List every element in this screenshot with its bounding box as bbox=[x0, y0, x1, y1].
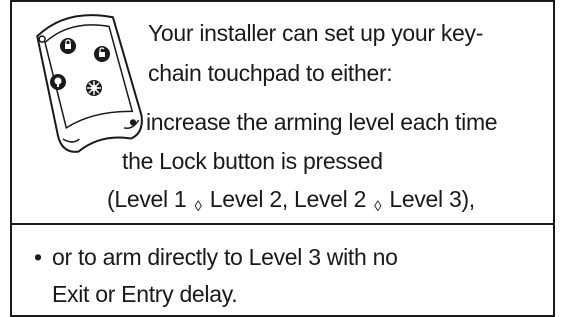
level-close: Level 3), bbox=[389, 186, 475, 212]
option-2-line-1: or to arm directly to Level 3 with no bbox=[52, 244, 398, 270]
option-2-line-2: Exit or Entry delay. bbox=[52, 281, 238, 307]
option-1-line-1: increase the arming level each time bbox=[146, 109, 498, 135]
level-sequence: (Level 1 ◊ Level 2, Level 2 ◊ Level 3), bbox=[107, 186, 475, 215]
level-mid: Level 2, Level 2 bbox=[209, 186, 367, 212]
keychain-touchpad-icon bbox=[36, 14, 143, 153]
intro-line-2: chain touchpad to either: bbox=[148, 60, 393, 86]
bullet-2: • bbox=[34, 244, 42, 270]
arrow-icon: ◊ bbox=[374, 198, 382, 215]
section-divider bbox=[12, 223, 553, 225]
level-open: (Level 1 bbox=[107, 186, 187, 212]
intro-line-1: Your installer can set up your key- bbox=[148, 20, 484, 46]
bullet-1: • bbox=[129, 109, 137, 135]
arrow-icon: ◊ bbox=[194, 198, 202, 215]
option-1-line-2: the Lock button is pressed bbox=[122, 148, 383, 174]
